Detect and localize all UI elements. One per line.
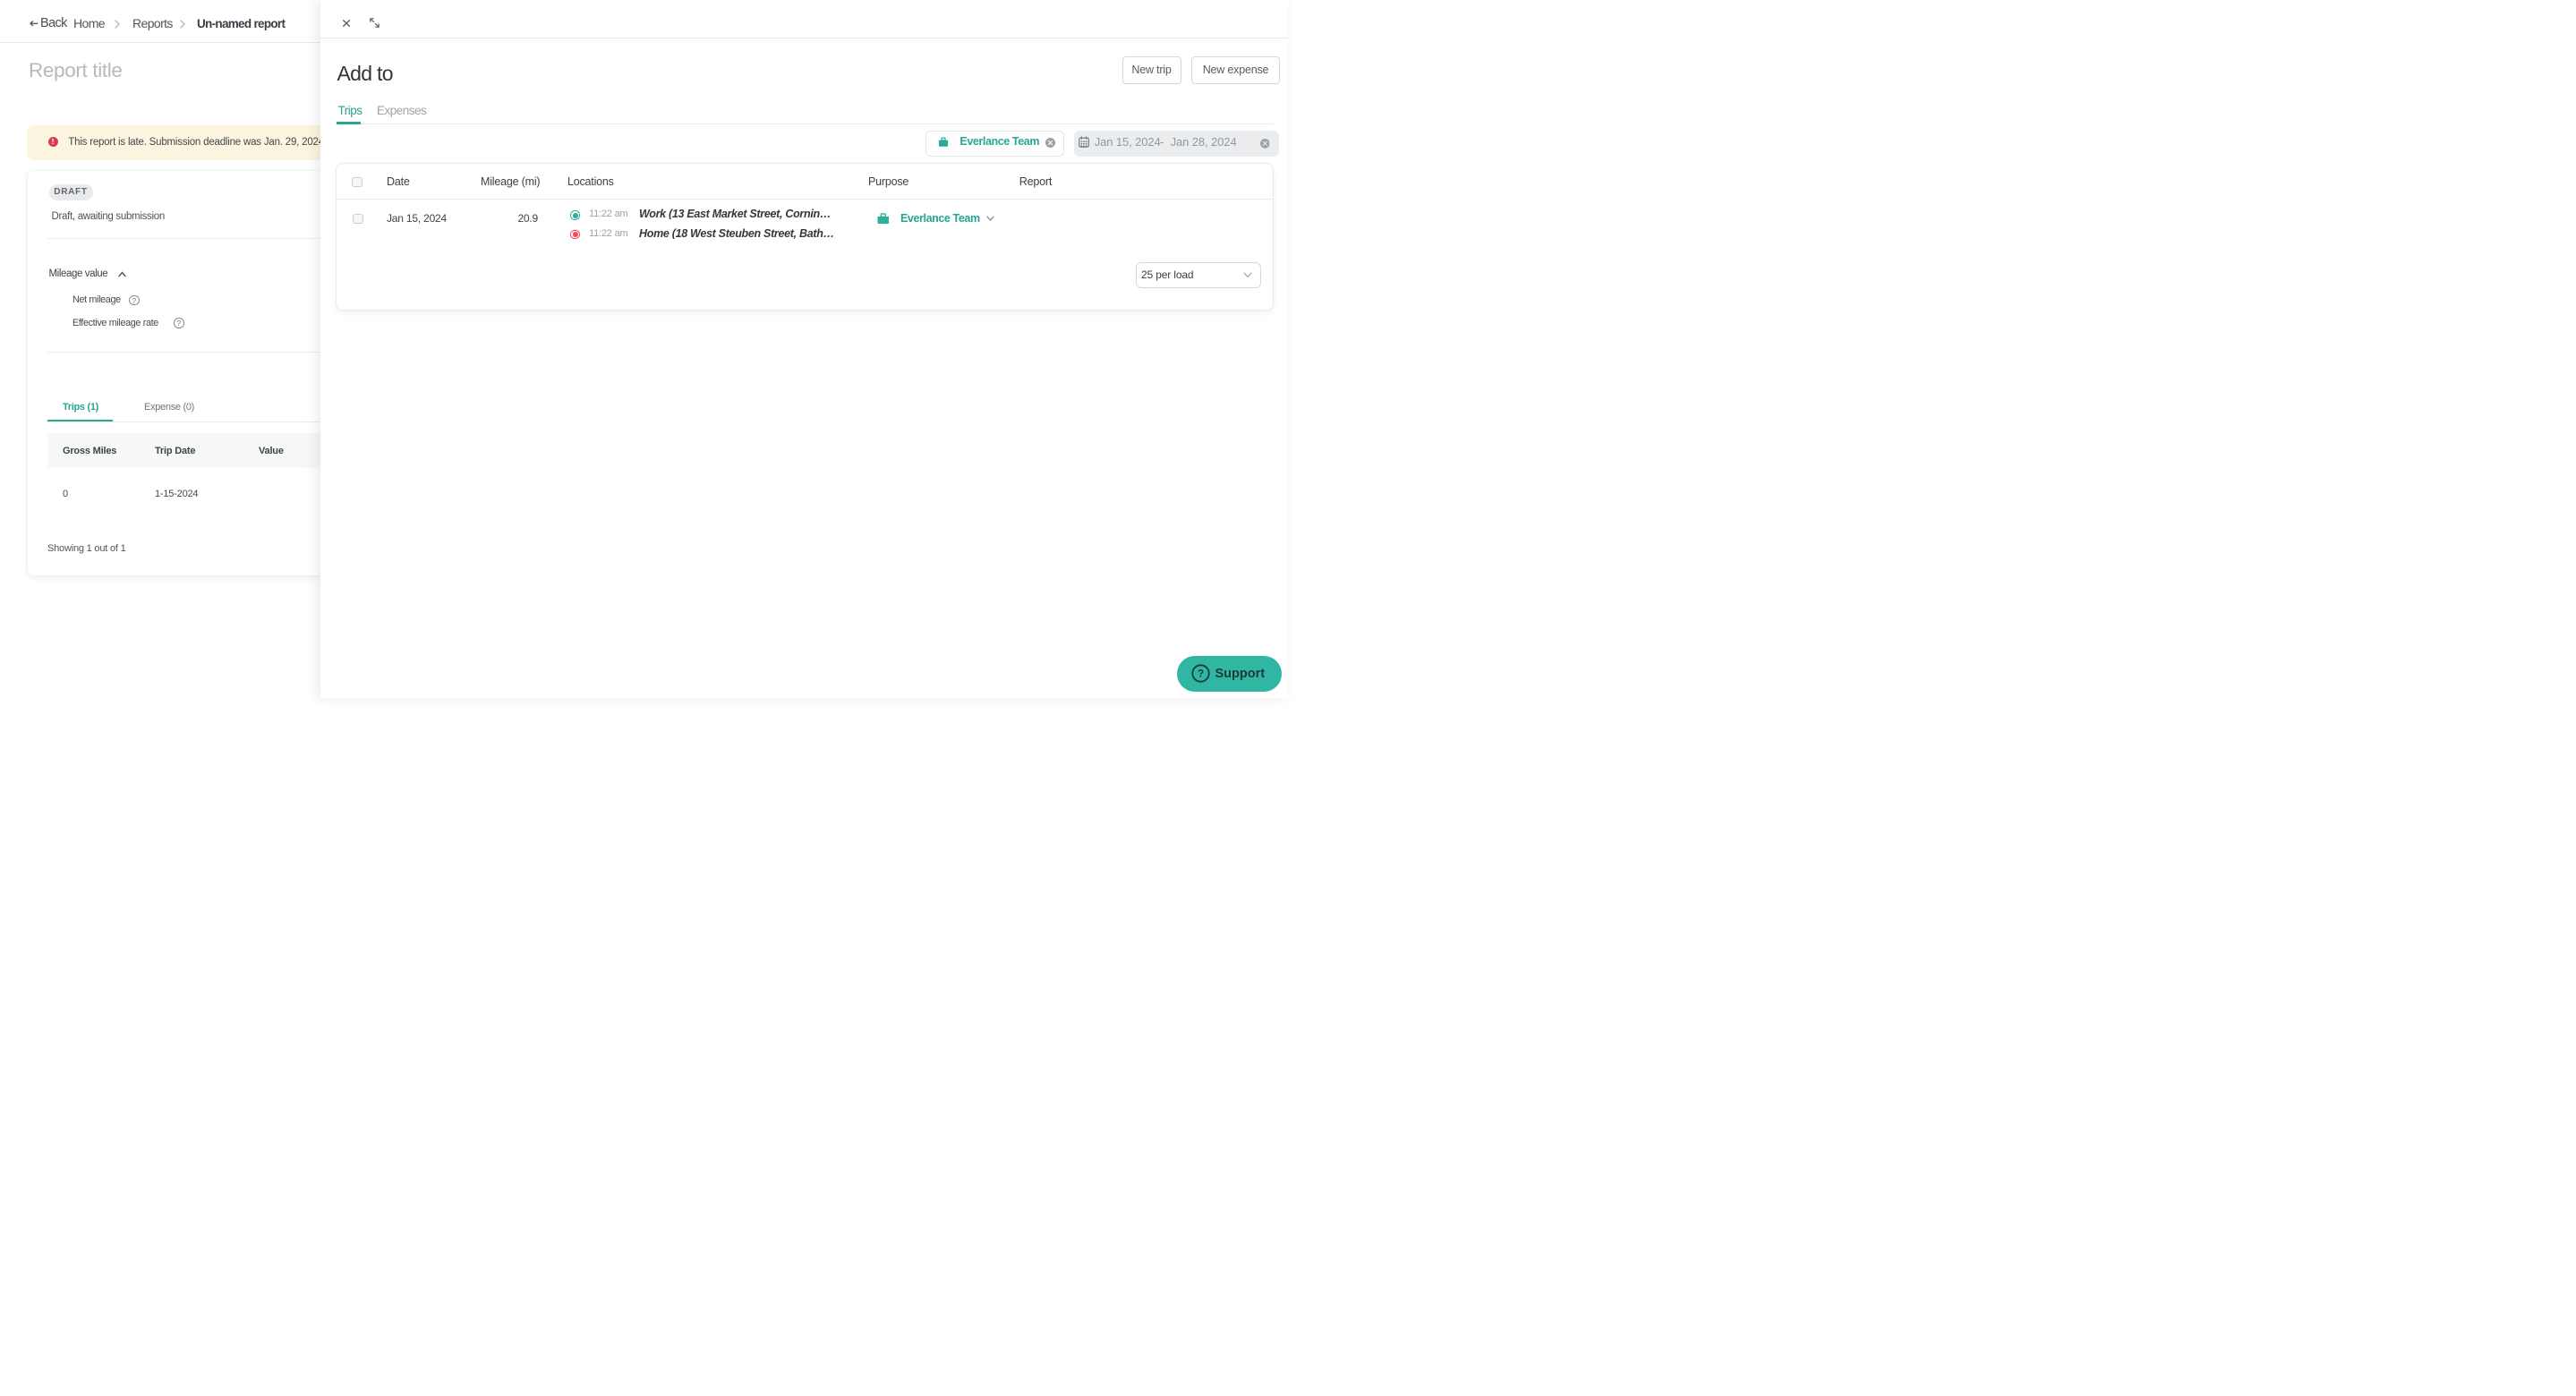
svg-text:?: ?	[1198, 668, 1204, 680]
